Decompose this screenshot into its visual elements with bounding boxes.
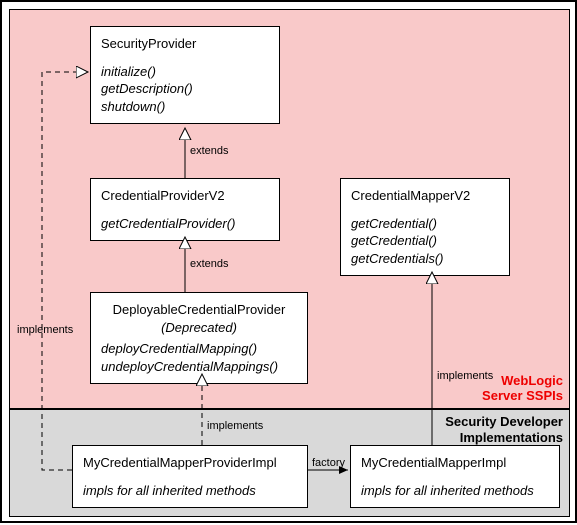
node-title: MyCredentialMapperProviderImpl (83, 454, 297, 472)
region-label-bottom: Security Developer Implementations (445, 414, 563, 445)
method: getCredentialProvider() (101, 215, 269, 233)
region-label-top: WebLogic Server SSPIs (482, 373, 563, 404)
method: deployCredentialMapping() (101, 340, 297, 358)
region-bottom-line2: Implementations (460, 430, 563, 445)
edge-label-implements: implements (437, 370, 493, 382)
diagram-canvas: WebLogic Server SSPIs Security Developer… (0, 0, 577, 523)
node-title: CredentialProviderV2 (101, 187, 269, 205)
node-credential-provider-v2: CredentialProviderV2 getCredentialProvid… (90, 178, 280, 241)
node-sub: impls for all inherited methods (361, 482, 549, 500)
method: shutdown() (101, 98, 269, 116)
node-title: SecurityProvider (101, 35, 269, 53)
region-top-line1: WebLogic (501, 373, 563, 388)
node-subtitle: (Deprecated) (101, 319, 297, 337)
node-deployable-credential-provider: DeployableCredentialProvider (Deprecated… (90, 292, 308, 384)
region-bottom-line1: Security Developer (445, 414, 563, 429)
node-my-credential-mapper-provider-impl: MyCredentialMapperProviderImpl impls for… (72, 445, 308, 508)
edge-label-implements: implements (17, 324, 73, 336)
method: undeployCredentialMappings() (101, 358, 297, 376)
edge-label-factory: factory (312, 457, 345, 469)
edge-label-implements: implements (207, 420, 263, 432)
edge-label-extends: extends (190, 258, 229, 270)
method: initialize() (101, 63, 269, 81)
method: getCredential() (351, 215, 499, 233)
method: getCredential() (351, 232, 499, 250)
method: getCredentials() (351, 250, 499, 268)
region-top-line2: Server SSPIs (482, 388, 563, 403)
node-sub: impls for all inherited methods (83, 482, 297, 500)
node-credential-mapper-v2: CredentialMapperV2 getCredential() getCr… (340, 178, 510, 276)
edge-label-extends: extends (190, 145, 229, 157)
node-security-provider: SecurityProvider initialize() getDescrip… (90, 26, 280, 124)
node-title: MyCredentialMapperImpl (361, 454, 549, 472)
node-title: DeployableCredentialProvider (101, 301, 297, 319)
node-my-credential-mapper-impl: MyCredentialMapperImpl impls for all inh… (350, 445, 560, 508)
method: getDescription() (101, 80, 269, 98)
node-title: CredentialMapperV2 (351, 187, 499, 205)
